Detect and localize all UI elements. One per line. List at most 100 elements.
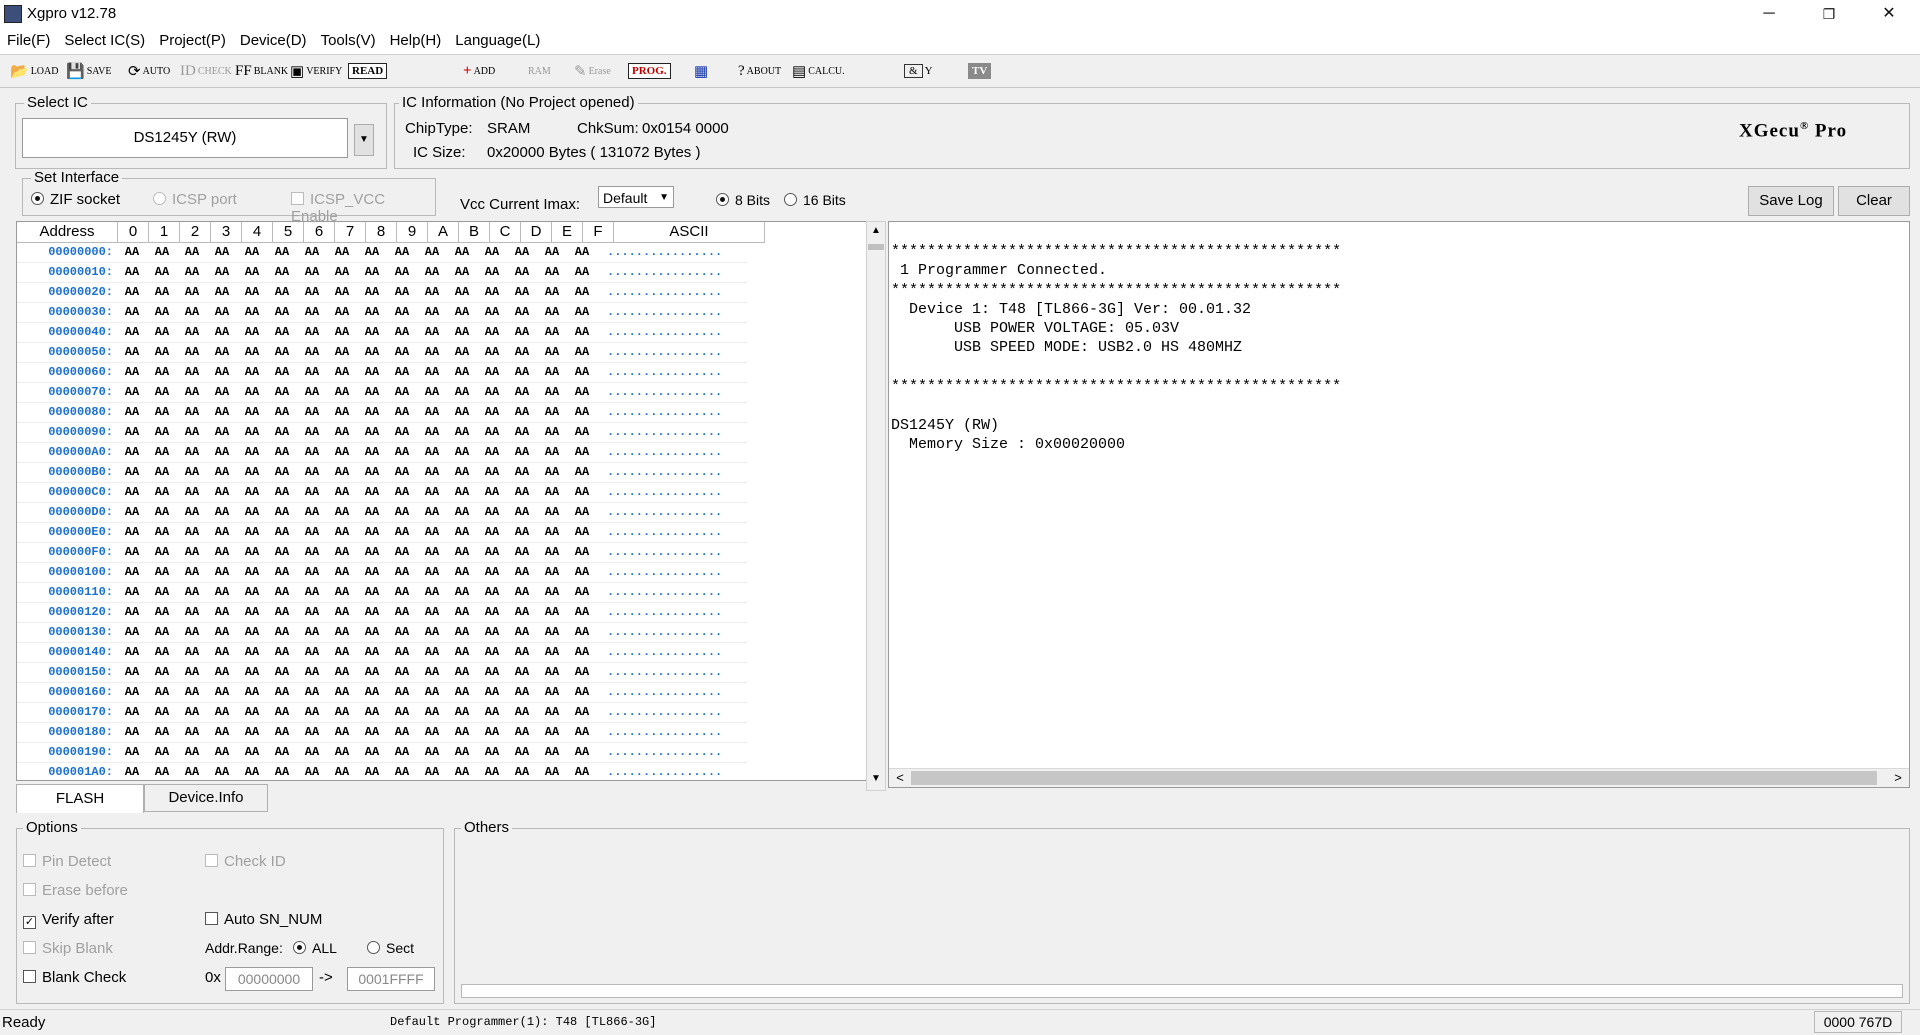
byte-cell[interactable]: AA <box>567 743 597 762</box>
byte-cell[interactable]: AA <box>207 403 237 422</box>
byte-cell[interactable]: AA <box>297 683 327 702</box>
byte-cell[interactable]: AA <box>207 623 237 642</box>
byte-cell[interactable]: AA <box>327 383 357 402</box>
byte-cell[interactable]: AA <box>357 683 387 702</box>
byte-cell[interactable]: AA <box>537 343 567 362</box>
byte-cell[interactable]: AA <box>567 263 597 282</box>
byte-cell[interactable]: AA <box>477 523 507 542</box>
byte-cell[interactable]: AA <box>567 663 597 682</box>
byte-cell[interactable]: AA <box>207 563 237 582</box>
byte-cell[interactable]: AA <box>447 443 477 462</box>
byte-cell[interactable]: AA <box>237 283 267 302</box>
byte-cell[interactable]: AA <box>417 343 447 362</box>
byte-cell[interactable]: AA <box>237 623 267 642</box>
byte-cell[interactable]: AA <box>537 303 567 322</box>
byte-cell[interactable]: AA <box>387 563 417 582</box>
table-row[interactable]: 000000F0: AA AA AA AA AA AA AA AA AA AA AA AA AA AA AA A… <box>17 543 747 563</box>
byte-cell[interactable]: AA <box>237 543 267 562</box>
byte-cell[interactable]: AA <box>207 583 237 602</box>
byte-cell[interactable]: AA <box>507 443 537 462</box>
byte-cell[interactable]: AA <box>177 243 207 262</box>
byte-cell[interactable]: AA <box>327 583 357 602</box>
byte-cell[interactable]: AA <box>207 663 237 682</box>
byte-cell[interactable]: AA <box>417 503 447 522</box>
byte-cell[interactable]: AA <box>477 243 507 262</box>
about-button[interactable]: ? ABOUT <box>738 59 781 83</box>
byte-cell[interactable]: AA <box>297 663 327 682</box>
byte-cell[interactable]: AA <box>387 283 417 302</box>
byte-cell[interactable]: AA <box>297 743 327 762</box>
byte-cell[interactable]: AA <box>357 343 387 362</box>
byte-cell[interactable]: AA <box>357 283 387 302</box>
byte-cell[interactable]: AA <box>147 543 177 562</box>
byte-cell[interactable]: AA <box>207 363 237 382</box>
byte-cell[interactable]: AA <box>177 723 207 742</box>
byte-cell[interactable]: AA <box>507 603 537 622</box>
byte-cell[interactable]: AA <box>567 543 597 562</box>
byte-cell[interactable]: AA <box>297 363 327 382</box>
byte-cell[interactable]: AA <box>297 723 327 742</box>
byte-cell[interactable]: AA <box>507 343 537 362</box>
ic-name-field[interactable]: DS1245Y (RW) <box>22 118 348 158</box>
byte-cell[interactable]: AA <box>537 423 567 442</box>
byte-cell[interactable]: AA <box>177 603 207 622</box>
byte-cell[interactable]: AA <box>267 683 297 702</box>
byte-cell[interactable]: AA <box>447 343 477 362</box>
byte-cell[interactable]: AA <box>177 643 207 662</box>
byte-cell[interactable]: AA <box>567 463 597 482</box>
byte-cell[interactable]: AA <box>117 423 147 442</box>
table-row[interactable]: 000000B0: AA AA AA AA AA AA AA AA AA AA AA AA AA AA AA A… <box>17 463 747 483</box>
byte-cell[interactable]: AA <box>177 463 207 482</box>
byte-cell[interactable]: AA <box>327 343 357 362</box>
byte-cell[interactable]: AA <box>297 763 327 780</box>
byte-cell[interactable]: AA <box>387 463 417 482</box>
byte-cell[interactable]: AA <box>357 303 387 322</box>
byte-cell[interactable]: AA <box>537 283 567 302</box>
byte-cell[interactable]: AA <box>267 303 297 322</box>
byte-cell[interactable]: AA <box>477 423 507 442</box>
byte-cell[interactable]: AA <box>537 743 567 762</box>
byte-cell[interactable]: AA <box>327 283 357 302</box>
byte-cell[interactable]: AA <box>147 643 177 662</box>
byte-cell[interactable]: AA <box>177 263 207 282</box>
byte-cell[interactable]: AA <box>147 663 177 682</box>
byte-cell[interactable]: AA <box>387 583 417 602</box>
scroll-left-icon[interactable]: < <box>891 769 909 787</box>
byte-cell[interactable]: AA <box>537 443 567 462</box>
scroll-thumb[interactable] <box>868 244 884 250</box>
byte-cell[interactable]: AA <box>387 663 417 682</box>
addr-sect-radio[interactable]: Sect <box>367 940 414 956</box>
byte-cell[interactable]: AA <box>147 363 177 382</box>
byte-cell[interactable]: AA <box>117 743 147 762</box>
byte-cell[interactable]: AA <box>117 363 147 382</box>
byte-cell[interactable]: AA <box>417 723 447 742</box>
byte-cell[interactable]: AA <box>507 583 537 602</box>
byte-cell[interactable]: AA <box>267 243 297 262</box>
logic-button[interactable]: & Y <box>904 59 933 83</box>
byte-cell[interactable]: AA <box>567 723 597 742</box>
table-row[interactable]: 00000140: AA AA AA AA AA AA AA AA AA AA AA AA AA AA AA A… <box>17 643 747 663</box>
skip-blank-checkbox[interactable]: Skip Blank <box>23 940 113 957</box>
byte-cell[interactable]: AA <box>507 263 537 282</box>
byte-cell[interactable]: AA <box>417 263 447 282</box>
byte-cell[interactable]: AA <box>357 543 387 562</box>
byte-cell[interactable]: AA <box>297 383 327 402</box>
byte-cell[interactable]: AA <box>537 563 567 582</box>
table-row[interactable]: 00000170: AA AA AA AA AA AA AA AA AA AA AA AA AA AA AA A… <box>17 703 747 723</box>
byte-cell[interactable]: AA <box>117 323 147 342</box>
byte-cell[interactable]: AA <box>147 683 177 702</box>
byte-cell[interactable]: AA <box>267 663 297 682</box>
byte-cell[interactable]: AA <box>567 403 597 422</box>
byte-cell[interactable]: AA <box>117 523 147 542</box>
byte-cell[interactable]: AA <box>357 443 387 462</box>
scroll-right-icon[interactable]: > <box>1889 769 1907 787</box>
byte-cell[interactable]: AA <box>507 723 537 742</box>
byte-cell[interactable]: AA <box>477 323 507 342</box>
byte-cell[interactable]: AA <box>507 423 537 442</box>
byte-cell[interactable]: AA <box>567 383 597 402</box>
byte-cell[interactable]: AA <box>327 483 357 502</box>
byte-cell[interactable]: AA <box>387 303 417 322</box>
byte-cell[interactable]: AA <box>357 263 387 282</box>
byte-cell[interactable]: AA <box>447 723 477 742</box>
byte-cell[interactable]: AA <box>117 583 147 602</box>
